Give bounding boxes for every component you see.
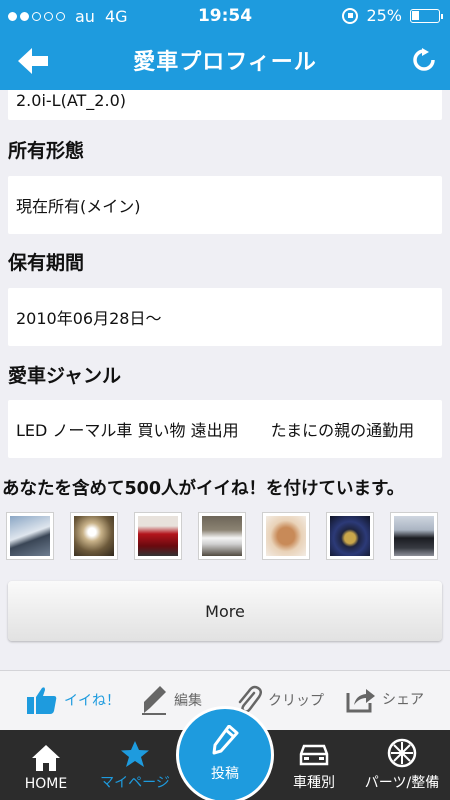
- share-label: シェア: [382, 692, 424, 708]
- home-icon: [32, 745, 60, 771]
- share-icon: [346, 689, 375, 713]
- edit-button[interactable]: 編集: [140, 685, 202, 715]
- ownership-value-box: 現在所有(メイン): [8, 176, 442, 234]
- more-button[interactable]: More: [8, 581, 442, 641]
- tab-home[interactable]: HOME: [16, 730, 76, 800]
- battery-percent: 25%: [366, 6, 402, 25]
- tab-home-label: HOME: [24, 776, 68, 792]
- refresh-icon: [413, 48, 435, 71]
- thumb-dog[interactable]: [262, 512, 310, 560]
- thumb-red-car[interactable]: [134, 512, 182, 560]
- like-label: イイね！: [64, 693, 120, 709]
- period-value: 2010年06月28日〜: [16, 309, 162, 328]
- tab-mypage[interactable]: マイページ: [96, 730, 174, 800]
- thumbs-up-icon: [27, 687, 57, 714]
- star-icon: [121, 741, 149, 767]
- post-button[interactable]: 投稿: [176, 706, 274, 800]
- refresh-button[interactable]: [412, 48, 436, 72]
- car-icon: [299, 744, 329, 766]
- status-right: 25%: [342, 6, 443, 25]
- thumb-dark-car[interactable]: [390, 512, 438, 560]
- clip-button[interactable]: クリップ: [236, 685, 324, 715]
- period-label: 保有期間: [8, 252, 85, 274]
- thumb-wheel[interactable]: [326, 512, 374, 560]
- rotation-lock-icon: [342, 7, 359, 24]
- ownership-value: 現在所有(メイン): [16, 197, 141, 216]
- genre-label: 愛車ジャンル: [8, 365, 122, 387]
- top-bar: au 4G 19:54 25% 愛車プロフィール: [0, 0, 450, 90]
- wheel-icon: [387, 738, 417, 768]
- tab-parts[interactable]: パーツ/整備: [358, 730, 446, 800]
- profile-content[interactable]: 2.0i-L(AT_2.0) 所有形態 現在所有(メイン) 保有期間 2010年…: [0, 90, 450, 670]
- genre-value-box: LED ノーマル車 買い物 遠出用 たまにの親の通勤用: [8, 400, 442, 458]
- tab-by-model[interactable]: 車種別: [286, 730, 342, 800]
- edit-label: 編集: [174, 693, 202, 709]
- tab-mypage-label: マイページ: [100, 775, 170, 791]
- share-button[interactable]: シェア: [346, 685, 424, 713]
- thumb-white-car[interactable]: [6, 512, 54, 560]
- battery-icon: [410, 8, 443, 23]
- post-label: 投稿: [211, 766, 239, 782]
- like-button[interactable]: イイね！: [26, 685, 120, 715]
- grade-value: 2.0i-L(AT_2.0): [16, 91, 126, 110]
- pen-icon: [212, 725, 239, 755]
- tab-parts-label: パーツ/整備: [364, 775, 440, 791]
- page-title: 愛車プロフィール: [133, 50, 317, 75]
- like-count-text: あなたを含めて500人がイイね！を付けています。: [2, 479, 405, 499]
- pencil-icon: [142, 686, 166, 715]
- status-bar: au 4G 19:54 25%: [0, 0, 450, 32]
- clip-label: クリップ: [268, 693, 324, 709]
- thumb-headlight[interactable]: [70, 512, 118, 560]
- header: 愛車プロフィール: [0, 32, 450, 90]
- tab-by-model-label: 車種別: [293, 775, 335, 791]
- liker-thumbnails: [6, 512, 438, 560]
- period-value-box: 2010年06月28日〜: [8, 288, 442, 346]
- genre-value: LED ノーマル車 買い物 遠出用 たまにの親の通勤用: [16, 421, 415, 440]
- grade-value-box: 2.0i-L(AT_2.0): [8, 90, 442, 120]
- thumb-white-sedan[interactable]: [198, 512, 246, 560]
- ownership-label: 所有形態: [8, 140, 85, 162]
